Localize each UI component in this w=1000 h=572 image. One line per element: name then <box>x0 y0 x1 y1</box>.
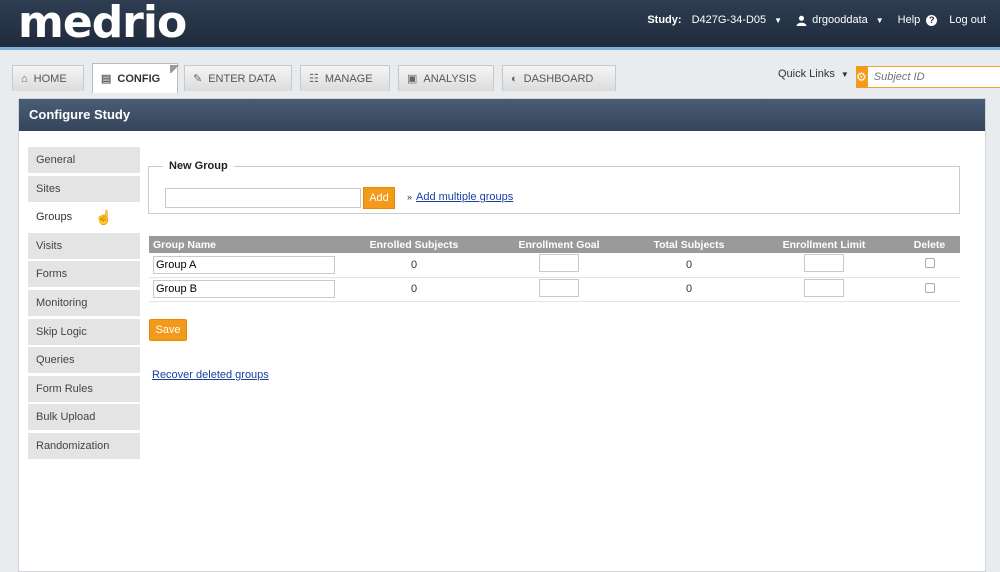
sidebar-item-bulk-upload[interactable]: Bulk Upload <box>28 404 140 431</box>
col-enrollment-limit: Enrollment Limit <box>749 236 899 253</box>
table-header-row: Group Name Enrolled Subjects Enrollment … <box>149 236 960 253</box>
study-label: Study: <box>647 14 682 26</box>
quick-links-caret-icon: ▼ <box>840 69 849 79</box>
col-delete: Delete <box>899 236 960 253</box>
tab-manage-label: MANAGE <box>324 72 373 85</box>
total-subjects-value: 0 <box>629 253 749 278</box>
table-row: 0 0 <box>149 253 960 278</box>
tab-home[interactable]: ⌂ HOME <box>12 65 84 91</box>
group-name-input[interactable] <box>153 255 335 274</box>
sidebar-item-visits[interactable]: Visits <box>28 232 140 259</box>
panel-title: Configure Study <box>19 99 985 131</box>
sidebar-item-queries[interactable]: Queries <box>28 347 140 374</box>
study-selector[interactable]: D427G-34-D05 <box>692 14 767 26</box>
edit-icon: ✎ <box>193 73 203 85</box>
tab-analysis-label: ANALYSIS <box>423 72 477 85</box>
total-subjects-value: 0 <box>629 277 749 302</box>
enrollment-goal-input[interactable] <box>539 254 579 273</box>
sidebar-item-randomization[interactable]: Randomization <box>28 432 140 459</box>
tab-manage[interactable]: ☷ MANAGE <box>300 65 390 91</box>
top-header: medrio Study: D427G-34-D05 ▼ drgooddata … <box>0 0 1000 50</box>
new-group-legend: New Group <box>169 160 228 172</box>
delete-checkbox[interactable] <box>924 282 935 293</box>
help-link[interactable]: Help <box>898 14 921 26</box>
tab-fold-decoration <box>170 65 180 73</box>
table-row: 0 0 <box>149 277 960 302</box>
col-total-subjects: Total Subjects <box>629 236 749 253</box>
col-group-name: Group Name <box>149 236 339 253</box>
sidebar-item-groups[interactable]: Groups <box>28 204 140 231</box>
tab-home-label: HOME <box>33 72 67 85</box>
dashboard-icon: ◐ <box>511 72 518 85</box>
help-icon[interactable]: ? <box>926 14 938 26</box>
subject-search: ⚙ ⚲ <box>856 66 1000 88</box>
groups-table: Group Name Enrolled Subjects Enrollment … <box>149 236 960 302</box>
sidebar-item-forms[interactable]: Forms <box>28 261 140 288</box>
sidebar-item-general[interactable]: General <box>28 147 140 173</box>
logout-link[interactable]: Log out <box>949 14 986 26</box>
quick-links-label: Quick Links <box>778 68 835 80</box>
manage-icon: ☷ <box>309 73 319 85</box>
tab-enter-data-label: ENTER DATA <box>208 72 277 85</box>
enrollment-goal-input[interactable] <box>539 278 579 297</box>
sidebar-item-form-rules[interactable]: Form Rules <box>28 375 140 402</box>
subject-id-input[interactable] <box>866 66 1000 88</box>
top-utility-bar: Study: D427G-34-D05 ▼ drgooddata ▼ Help … <box>647 14 986 26</box>
tab-analysis[interactable]: ▣ ANALYSIS <box>398 65 494 91</box>
enrollment-limit-input[interactable] <box>804 254 844 273</box>
tab-config-label: CONFIG <box>117 72 161 85</box>
enrolled-subjects-value: 0 <box>339 277 489 302</box>
group-name-input[interactable] <box>153 280 335 298</box>
add-group-button[interactable]: Add <box>363 187 395 209</box>
study-caret-icon[interactable]: ▼ <box>774 16 782 25</box>
medrio-logo[interactable]: medrio <box>18 0 187 46</box>
config-icon: ▤ <box>101 73 112 85</box>
double-arrow-icon: » <box>407 192 413 202</box>
hand-cursor-icon: ☝ <box>95 209 113 225</box>
configure-study-panel: Configure Study General Sites Groups Vis… <box>18 98 986 572</box>
sidebar-item-skip-logic[interactable]: Skip Logic <box>28 318 140 345</box>
tab-enter-data[interactable]: ✎ ENTER DATA <box>184 65 292 91</box>
quick-links-menu[interactable]: Quick Links ▼ <box>778 68 849 80</box>
main-tabbar: ⌂ HOME ▤ CONFIG ✎ ENTER DATA ☷ MANAGE ▣ … <box>0 53 1000 98</box>
col-enrollment-goal: Enrollment Goal <box>489 236 629 253</box>
add-multiple-groups-link[interactable]: Add multiple groups <box>416 191 513 203</box>
new-group-fieldset: New Group Add » Add multiple groups <box>148 160 960 214</box>
gear-icon[interactable]: ⚙ <box>856 66 867 88</box>
new-group-name-input[interactable] <box>165 188 361 208</box>
add-multiple-groups[interactable]: » Add multiple groups <box>407 191 513 203</box>
enrollment-limit-input[interactable] <box>804 278 844 297</box>
delete-checkbox[interactable] <box>924 258 935 269</box>
user-icon <box>796 15 807 26</box>
config-sidebar: General Sites Groups Visits Forms Monito… <box>28 147 140 462</box>
save-button[interactable]: Save <box>149 319 187 341</box>
tab-config[interactable]: ▤ CONFIG <box>92 63 178 93</box>
user-caret-icon[interactable]: ▼ <box>876 16 884 25</box>
col-enrolled-subjects: Enrolled Subjects <box>339 236 489 253</box>
user-menu[interactable]: drgooddata <box>812 14 868 26</box>
enrolled-subjects-value: 0 <box>339 253 489 278</box>
sidebar-item-sites[interactable]: Sites <box>28 175 140 202</box>
tab-dashboard[interactable]: ◐ DASHBOARD <box>502 65 616 91</box>
tab-dashboard-label: DASHBOARD <box>523 72 594 85</box>
recover-deleted-groups-link[interactable]: Recover deleted groups <box>152 369 269 381</box>
analysis-icon: ▣ <box>407 73 418 85</box>
home-icon: ⌂ <box>21 72 28 85</box>
sidebar-item-monitoring[interactable]: Monitoring <box>28 289 140 316</box>
